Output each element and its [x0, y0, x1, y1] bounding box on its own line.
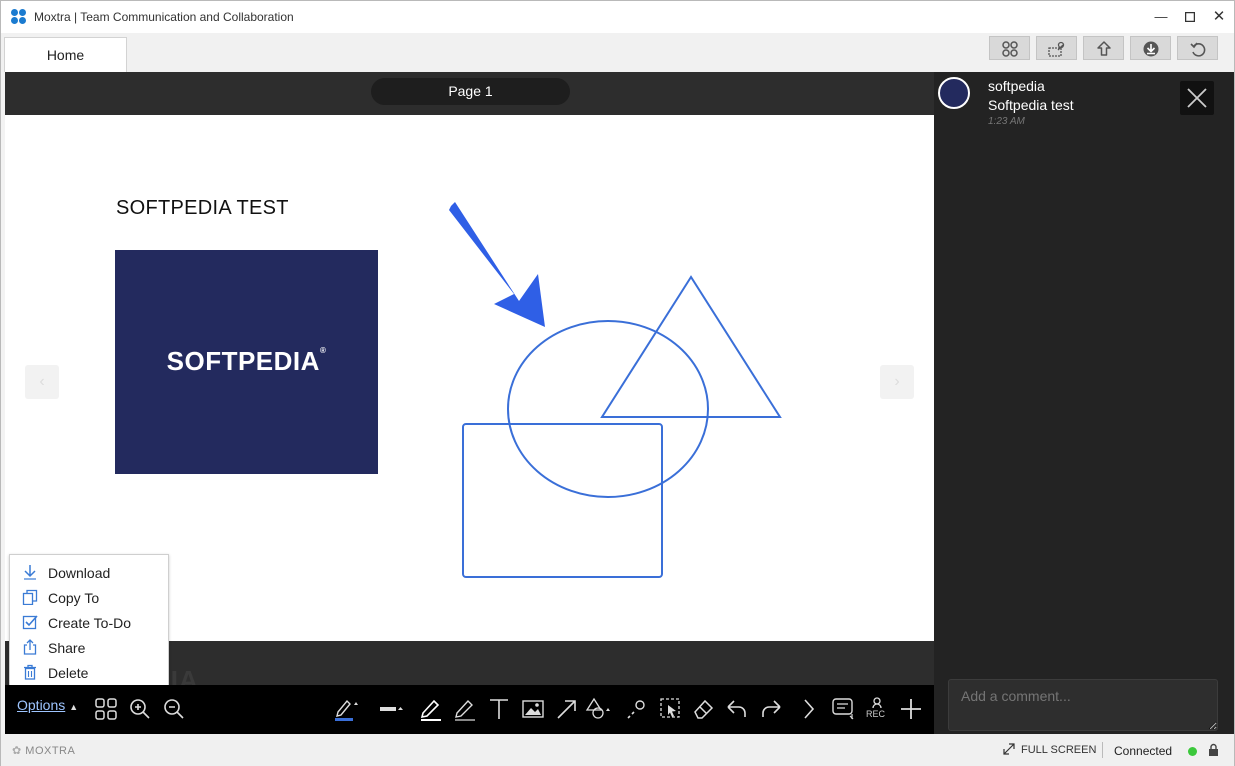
redo-icon[interactable] — [758, 696, 784, 722]
title-bar: Moxtra | Team Communication and Collabor… — [1, 1, 1234, 33]
window-title: Moxtra | Team Communication and Collabor… — [34, 10, 294, 24]
text-tool-icon[interactable] — [486, 696, 512, 722]
next-page-button[interactable]: › — [880, 365, 914, 399]
share-icon — [23, 639, 37, 655]
status-divider — [1102, 742, 1103, 758]
tab-home[interactable]: Home — [4, 37, 127, 72]
menu-item-delete[interactable]: Delete — [10, 660, 168, 685]
arrow-tool-icon[interactable] — [554, 696, 580, 722]
pen-color-icon[interactable] — [333, 696, 359, 722]
pen-tool-icon[interactable] — [418, 696, 444, 722]
trash-icon — [24, 664, 36, 680]
avatar — [938, 77, 970, 109]
download-icon — [24, 565, 36, 580]
todo-icon — [22, 615, 38, 630]
moxtra-logo: ✿ MOXTRA — [12, 744, 75, 757]
app-window: Moxtra | Team Communication and Collabor… — [0, 0, 1235, 766]
close-window-button[interactable]: ✕ — [1205, 5, 1233, 29]
menu-item-download[interactable]: Download — [10, 560, 168, 585]
copy-icon — [22, 589, 38, 605]
prev-page-button[interactable]: ‹ — [25, 365, 59, 399]
fullscreen-icon[interactable] — [1003, 743, 1015, 755]
menu-item-copy-to[interactable]: Copy To — [10, 585, 168, 610]
moxtra-app-icon — [11, 9, 27, 25]
undo-refresh-icon — [1190, 42, 1206, 57]
activity-message: Softpedia test — [988, 97, 1074, 113]
upload-button[interactable] — [1083, 36, 1124, 60]
participants-button[interactable] — [989, 36, 1030, 60]
image-tool-icon[interactable] — [520, 696, 546, 722]
lock-icon — [1209, 743, 1218, 756]
activity-timestamp: 1:23 AM — [988, 116, 1025, 127]
zoom-in-icon[interactable] — [127, 696, 153, 722]
drawn-arrow — [449, 202, 545, 327]
activity-user-name: softpedia — [988, 78, 1045, 94]
download-circle-icon — [1143, 41, 1159, 57]
drawn-rectangle — [462, 423, 663, 578]
laser-pointer-icon[interactable] — [624, 696, 650, 722]
highlighter-icon[interactable] — [452, 696, 478, 722]
download-button[interactable] — [1130, 36, 1171, 60]
activity-panel: softpedia Softpedia test 1:23 AM — [934, 72, 1234, 734]
share-screen-icon — [1048, 41, 1065, 57]
menu-item-create-todo[interactable]: Create To-Do — [10, 610, 168, 635]
menu-item-share[interactable]: Share — [10, 635, 168, 660]
chevron-right-icon[interactable] — [796, 696, 822, 722]
caret-up-icon: ▲ — [69, 702, 79, 712]
moxtra-logo-mark: ✿ — [12, 745, 22, 757]
fullscreen-button[interactable]: FULL SCREEN — [1021, 744, 1096, 756]
close-panel-button[interactable] — [1180, 81, 1214, 115]
moxtra-logo-text: MOXTRA — [25, 745, 76, 757]
undo-icon[interactable] — [724, 696, 750, 722]
refresh-button[interactable] — [1177, 36, 1218, 60]
maximize-button[interactable] — [1176, 5, 1204, 29]
connection-indicator — [1188, 747, 1197, 756]
options-button[interactable]: Options ▲ — [17, 697, 78, 713]
share-screen-button[interactable] — [1036, 36, 1077, 60]
close-icon — [1187, 88, 1207, 108]
zoom-out-icon[interactable] — [161, 696, 187, 722]
annotation-toolbar: Options ▲ REC — [5, 685, 934, 734]
page-indicator[interactable]: Page 1 — [371, 78, 570, 105]
shapes-tool-icon[interactable] — [585, 696, 611, 722]
drawn-triangle — [600, 275, 782, 418]
record-button[interactable]: REC — [864, 696, 890, 722]
upload-icon — [1097, 41, 1111, 56]
add-icon[interactable] — [898, 696, 924, 722]
minimize-button[interactable]: — — [1147, 5, 1175, 29]
comment-input[interactable] — [948, 679, 1218, 731]
rec-label: REC — [866, 709, 886, 719]
options-menu: Download Copy To Create To-Do Share Dele… — [9, 554, 169, 688]
select-tool-icon[interactable] — [658, 696, 684, 722]
options-label: Options — [17, 697, 66, 713]
status-bar: ✿ MOXTRA FULL SCREEN Connected — [1, 734, 1234, 766]
maximize-icon — [1184, 11, 1196, 23]
tab-bar: Home — [1, 33, 1234, 72]
line-width-icon[interactable] — [379, 696, 405, 722]
connection-status: Connected — [1114, 744, 1173, 758]
comment-tool-icon[interactable] — [830, 696, 856, 722]
eraser-icon[interactable] — [691, 696, 717, 722]
grid-view-icon[interactable] — [93, 696, 119, 722]
people-icon — [1002, 41, 1018, 57]
